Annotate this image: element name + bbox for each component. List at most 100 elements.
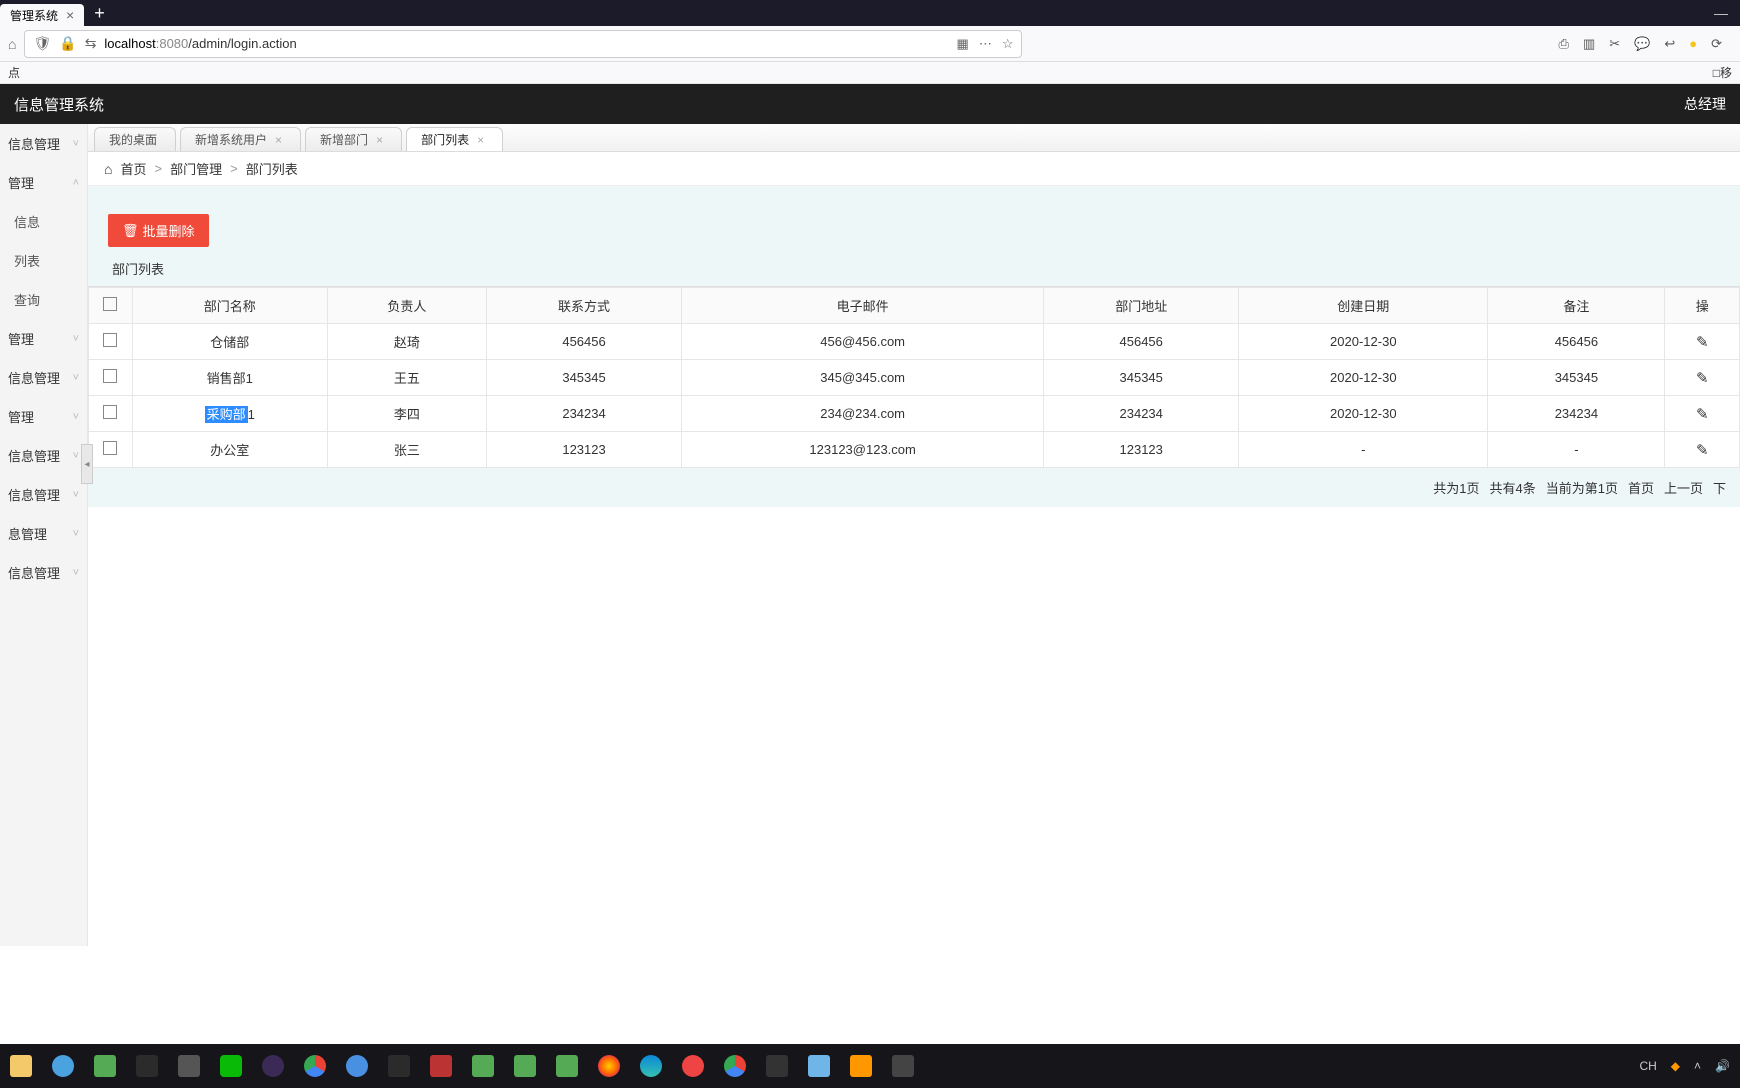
taskbar-app-icon[interactable] <box>346 1055 368 1077</box>
back-icon[interactable]: ↩ <box>1664 36 1675 52</box>
mobile-link[interactable]: □移 <box>1713 64 1732 81</box>
edit-icon[interactable] <box>1696 407 1709 422</box>
tray-volume-icon[interactable]: 🔊 <box>1715 1059 1730 1073</box>
pager-current: 当前为第1页 <box>1546 478 1618 497</box>
sidebar-icon[interactable]: ▥ <box>1583 36 1595 52</box>
tab-new-user[interactable]: 新增系统用户× <box>180 127 301 151</box>
pager-total-pages: 共为1页 <box>1433 478 1479 497</box>
new-tab-button[interactable]: + <box>84 3 115 24</box>
close-icon[interactable]: × <box>66 7 74 23</box>
close-icon[interactable]: × <box>376 133 383 147</box>
library-icon[interactable]: ⎙ <box>1559 36 1569 52</box>
current-user[interactable]: 总经理 <box>1684 94 1726 114</box>
taskbar-chrome-canary-icon[interactable] <box>724 1055 746 1077</box>
screenshot-icon[interactable]: ✂ <box>1609 36 1620 52</box>
refresh-icon[interactable]: ⟳ <box>1711 36 1722 52</box>
close-icon[interactable]: × <box>275 133 282 147</box>
sidebar-item-info3[interactable]: 信息管理˅ <box>0 436 87 475</box>
taskbar-app-icon[interactable] <box>430 1055 452 1077</box>
qr-icon[interactable]: ▦ <box>957 36 969 52</box>
cell-name: 销售部1 <box>132 360 327 396</box>
sidebar-item-info4[interactable]: 信息管理˅ <box>0 475 87 514</box>
tray-chevron-up-icon[interactable]: ˄ <box>1694 1059 1701 1073</box>
star-icon[interactable]: ☆ <box>1002 36 1014 52</box>
taskbar-app-icon[interactable] <box>514 1055 536 1077</box>
taskbar-app-icon[interactable] <box>766 1055 788 1077</box>
url-input[interactable]: 🛡 🔒 ⇆ localhost:8080/admin/login.action … <box>24 30 1022 58</box>
th-op: 操 <box>1665 288 1740 324</box>
browser-tab[interactable]: 管理系统 × <box>0 4 84 26</box>
bookmark-item[interactable]: 点 <box>8 64 20 81</box>
th-email: 电子邮件 <box>682 288 1044 324</box>
sidebar-item-info[interactable]: 信息 <box>0 202 87 241</box>
select-all-checkbox[interactable] <box>103 297 117 311</box>
edit-icon[interactable] <box>1696 443 1709 458</box>
window-minimize-icon[interactable]: — <box>1702 5 1740 21</box>
cell-addr: 456456 <box>1044 324 1239 360</box>
edit-icon[interactable] <box>1696 335 1709 350</box>
row-checkbox[interactable] <box>103 333 117 347</box>
chevron-down-icon: ˅ <box>73 372 79 384</box>
trash-icon: 🗑 <box>122 223 139 239</box>
tab-dept-list[interactable]: 部门列表× <box>406 127 503 151</box>
taskbar-app-icon[interactable] <box>556 1055 578 1077</box>
edit-icon[interactable] <box>1696 371 1709 386</box>
batch-delete-button[interactable]: 🗑批量删除 <box>108 214 209 247</box>
taskbar-app-icon[interactable] <box>178 1055 200 1077</box>
chat-icon[interactable]: 💬 <box>1634 36 1650 52</box>
row-checkbox[interactable] <box>103 441 117 455</box>
cell-leader: 王五 <box>327 360 486 396</box>
taskbar-app-icon[interactable] <box>472 1055 494 1077</box>
more-icon[interactable]: ⋯ <box>979 36 992 52</box>
dot-icon[interactable]: ● <box>1689 36 1697 52</box>
breadcrumb-mid[interactable]: 部门管理 <box>170 159 222 178</box>
shield-icon[interactable]: 🛡 <box>33 35 51 52</box>
taskbar-app-icon[interactable] <box>94 1055 116 1077</box>
cell-name: 采购部1 <box>132 396 327 432</box>
tray-ime[interactable]: CH <box>1639 1059 1656 1073</box>
breadcrumb: ⌂ 首页 > 部门管理 > 部门列表 <box>88 152 1740 186</box>
toggle-icon[interactable]: ⇆ <box>85 35 97 52</box>
pager-first[interactable]: 首页 <box>1628 478 1654 497</box>
home-icon[interactable]: ⌂ <box>104 161 112 177</box>
taskbar-intellij-icon[interactable] <box>388 1055 410 1077</box>
tab-desktop[interactable]: 我的桌面 <box>94 127 176 151</box>
tab-new-dept[interactable]: 新增部门× <box>305 127 402 151</box>
sidebar-item-info2[interactable]: 信息管理˅ <box>0 358 87 397</box>
taskbar-opera-icon[interactable] <box>682 1055 704 1077</box>
taskbar-notepad-icon[interactable] <box>808 1055 830 1077</box>
cell-note: 234234 <box>1488 396 1665 432</box>
lock-icon[interactable]: 🔒 <box>59 35 76 52</box>
home-icon[interactable]: ⌂ <box>8 36 16 52</box>
cell-addr: 234234 <box>1044 396 1239 432</box>
breadcrumb-home[interactable]: 首页 <box>120 159 146 178</box>
address-bar: ⌂ 🛡 🔒 ⇆ localhost:8080/admin/login.actio… <box>0 26 1740 62</box>
close-icon[interactable]: × <box>477 133 484 147</box>
taskbar-browser-icon[interactable] <box>52 1055 74 1077</box>
taskbar-sublime-icon[interactable] <box>850 1055 872 1077</box>
taskbar-edge-icon[interactable] <box>640 1055 662 1077</box>
cell-email: 345@345.com <box>682 360 1044 396</box>
sidebar-item-mgmt[interactable]: 管理˄ <box>0 163 87 202</box>
cell-date: - <box>1239 432 1488 468</box>
sidebar-item-mgmt2[interactable]: 管理˅ <box>0 319 87 358</box>
sidebar-item-query[interactable]: 查询 <box>0 280 87 319</box>
taskbar-eclipse-icon[interactable] <box>262 1055 284 1077</box>
pager-next[interactable]: 下 <box>1713 478 1726 497</box>
row-checkbox[interactable] <box>103 405 117 419</box>
row-checkbox[interactable] <box>103 369 117 383</box>
sidebar-item-mgmt3[interactable]: 管理˅ <box>0 397 87 436</box>
sidebar-collapse-handle[interactable]: ◂ <box>81 444 93 484</box>
pager-prev[interactable]: 上一页 <box>1664 478 1703 497</box>
taskbar-wechat-icon[interactable] <box>220 1055 242 1077</box>
sidebar-item-info6[interactable]: 信息管理˅ <box>0 553 87 592</box>
taskbar-firefox-icon[interactable] <box>598 1055 620 1077</box>
sidebar-item-info5[interactable]: 息管理˅ <box>0 514 87 553</box>
taskbar-app-icon[interactable] <box>136 1055 158 1077</box>
taskbar-chrome-icon[interactable] <box>304 1055 326 1077</box>
taskbar-explorer-icon[interactable] <box>10 1055 32 1077</box>
sidebar-item-list[interactable]: 列表 <box>0 241 87 280</box>
tray-app-icon[interactable]: ◆ <box>1671 1059 1680 1073</box>
taskbar-app-icon[interactable] <box>892 1055 914 1077</box>
sidebar-item-info-mgmt[interactable]: 信息管理˅ <box>0 124 87 163</box>
